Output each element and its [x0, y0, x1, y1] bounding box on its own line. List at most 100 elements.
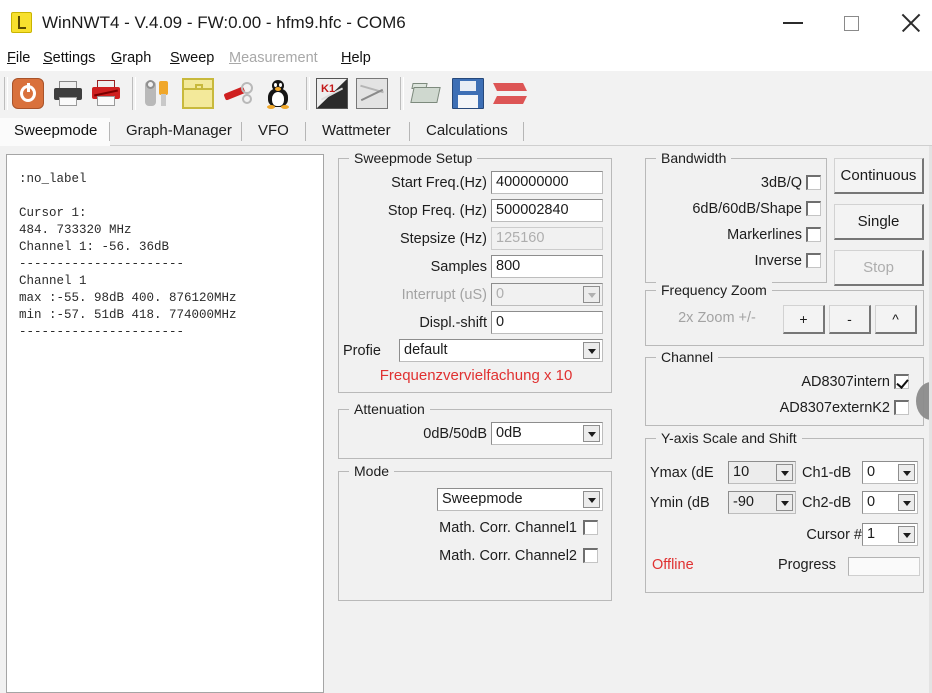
sweepmode-setup-caption: Sweepmode Setup: [349, 150, 478, 166]
attenuation-group: Attenuation 0dB/50dB 0dB: [338, 401, 612, 459]
calibration-icon[interactable]: [222, 78, 254, 109]
math-corr-ch1-checkbox[interactable]: [583, 520, 598, 535]
settings-tools-icon[interactable]: [142, 78, 174, 109]
measurement-log-panel: :no_label Cursor 1: 484. 733320 MHz Chan…: [6, 154, 324, 693]
tab-graph-manager[interactable]: Graph-Manager: [112, 118, 242, 145]
interrupt-label: Interrupt (uS): [401, 287, 487, 303]
channel-caption: Channel: [656, 349, 719, 365]
bandwidth-3db-q-label: 3dB/Q: [760, 175, 802, 191]
bandwidth-inverse-label: Inverse: [754, 253, 802, 269]
ymin-label: Ymin (dB: [650, 495, 710, 511]
ch2-db-value: 0: [867, 494, 876, 510]
yaxis-scale-shift-group: Y-axis Scale and Shift Ymax (dE 10 Ch1-d…: [645, 430, 924, 593]
toolbar-separator: [132, 77, 136, 110]
ymax-value: 10: [733, 464, 750, 480]
bandwidth-3db-q-checkbox[interactable]: [806, 175, 821, 190]
maximize-button[interactable]: [829, 0, 875, 46]
tab-label: Graph-Manager: [126, 122, 232, 139]
mode-select[interactable]: Sweepmode: [437, 488, 603, 511]
math-corr-ch2-checkbox[interactable]: [583, 548, 598, 563]
tab-sweepmode[interactable]: Sweepmode: [0, 118, 110, 145]
linux-penguin-icon[interactable]: [262, 78, 294, 109]
save-file-icon[interactable]: [452, 78, 484, 109]
mode-group: Mode Sweepmode Math. Corr. Channel1 Math…: [338, 463, 612, 601]
ch1-db-label: Ch1-dB: [802, 465, 852, 481]
interrupt-value: 0: [496, 286, 505, 302]
profile-select[interactable]: default: [399, 339, 603, 362]
ymin-select[interactable]: -90: [728, 491, 796, 514]
tab-wattmeter[interactable]: Wattmeter: [308, 118, 410, 145]
zoom-out-button[interactable]: -: [829, 305, 871, 334]
tab-calculations[interactable]: Calculations: [412, 118, 524, 145]
bandwidth-inverse-checkbox[interactable]: [806, 253, 821, 268]
minimize-button[interactable]: [771, 0, 817, 46]
progress-label: Progress: [777, 557, 836, 573]
displ-shift-input[interactable]: 0: [491, 311, 603, 334]
chevron-down-icon: [583, 286, 600, 303]
menu-bar: File Settings Graph Sweep Measurement He…: [0, 46, 932, 72]
samples-input[interactable]: 800: [491, 255, 603, 278]
print-icon[interactable]: [52, 78, 84, 109]
chevron-down-icon: [776, 464, 793, 481]
menu-item-settings[interactable]: Settings: [43, 49, 95, 68]
stop-freq-input[interactable]: 500002840: [491, 199, 603, 222]
ad8307-intern-checkbox[interactable]: [894, 374, 909, 389]
channel-group: Channel AD8307intern AD8307externK2: [645, 349, 924, 426]
tab-label: Sweepmode: [14, 122, 98, 139]
cursor-number-label: Cursor #: [806, 527, 862, 543]
menu-item-graph[interactable]: Graph: [111, 49, 151, 68]
menu-item-sweep[interactable]: Sweep: [170, 49, 214, 68]
zoom-in-button[interactable]: +: [783, 305, 825, 334]
attenuation-value: 0dB: [496, 425, 522, 441]
chart-icon[interactable]: [356, 78, 388, 109]
chart-k1-icon[interactable]: K1: [316, 78, 348, 109]
ch2-db-select[interactable]: 0: [862, 491, 918, 514]
cursor-number-select[interactable]: 1: [862, 523, 918, 546]
close-button[interactable]: [888, 0, 932, 46]
bandwidth-caption: Bandwidth: [656, 150, 732, 166]
start-freq-input[interactable]: 400000000: [491, 171, 603, 194]
tab-bar: Sweepmode Graph-Manager VFO Wattmeter Ca…: [0, 116, 932, 146]
toolbar-separator: [4, 77, 8, 110]
zoom-reset-button[interactable]: ^: [875, 305, 917, 334]
ymax-select[interactable]: 10: [728, 461, 796, 484]
ymin-value: -90: [733, 494, 754, 510]
math-corr-ch2-label: Math. Corr. Channel2: [439, 548, 577, 564]
attenuation-select[interactable]: 0dB: [491, 422, 603, 445]
continuous-button[interactable]: Continuous: [834, 158, 924, 194]
ch1-db-value: 0: [867, 464, 876, 480]
menu-item-help[interactable]: Help: [341, 49, 371, 68]
progress-bar: [848, 557, 920, 576]
profile-value: default: [404, 342, 448, 358]
bandwidth-6db-shape-checkbox[interactable]: [806, 201, 821, 216]
ch1-db-select[interactable]: 0: [862, 461, 918, 484]
power-icon[interactable]: [12, 78, 44, 109]
ad8307-externk2-label: AD8307externK2: [779, 400, 890, 416]
displ-shift-label: Displ.-shift: [419, 315, 487, 331]
frequency-multiplication-note: Frequenzvervielfachung x 10: [379, 367, 573, 384]
tab-label: Calculations: [426, 122, 508, 139]
tab-label: Wattmeter: [322, 122, 391, 139]
start-freq-label: Start Freq.(Hz): [391, 175, 487, 191]
export-icon[interactable]: [493, 78, 527, 109]
stop-button: Stop: [834, 250, 924, 286]
single-button[interactable]: Single: [834, 204, 924, 240]
app-logo-icon: [11, 12, 32, 33]
bandwidth-markerlines-label: Markerlines: [727, 227, 802, 243]
print-cancel-icon[interactable]: [90, 78, 122, 109]
menu-item-file[interactable]: File: [7, 49, 30, 68]
attenuation-label: 0dB/50dB: [423, 426, 487, 442]
ad8307-intern-label: AD8307intern: [801, 374, 890, 390]
profile-label: Profie: [343, 343, 381, 359]
samples-label: Samples: [430, 259, 487, 275]
chevron-down-icon: [583, 491, 600, 508]
tab-vfo[interactable]: VFO: [244, 118, 306, 145]
bandwidth-markerlines-checkbox[interactable]: [806, 227, 821, 242]
ad8307-externk2-checkbox[interactable]: [894, 400, 909, 415]
mode-caption: Mode: [349, 463, 395, 479]
open-file-icon[interactable]: [410, 78, 442, 109]
window-title: WinNWT4 - V.4.09 - FW:0.00 - hfm9.hfc - …: [42, 13, 406, 32]
case-icon[interactable]: [182, 78, 214, 109]
frequency-zoom-caption: Frequency Zoom: [656, 282, 772, 298]
connection-status: Offline: [652, 557, 694, 573]
